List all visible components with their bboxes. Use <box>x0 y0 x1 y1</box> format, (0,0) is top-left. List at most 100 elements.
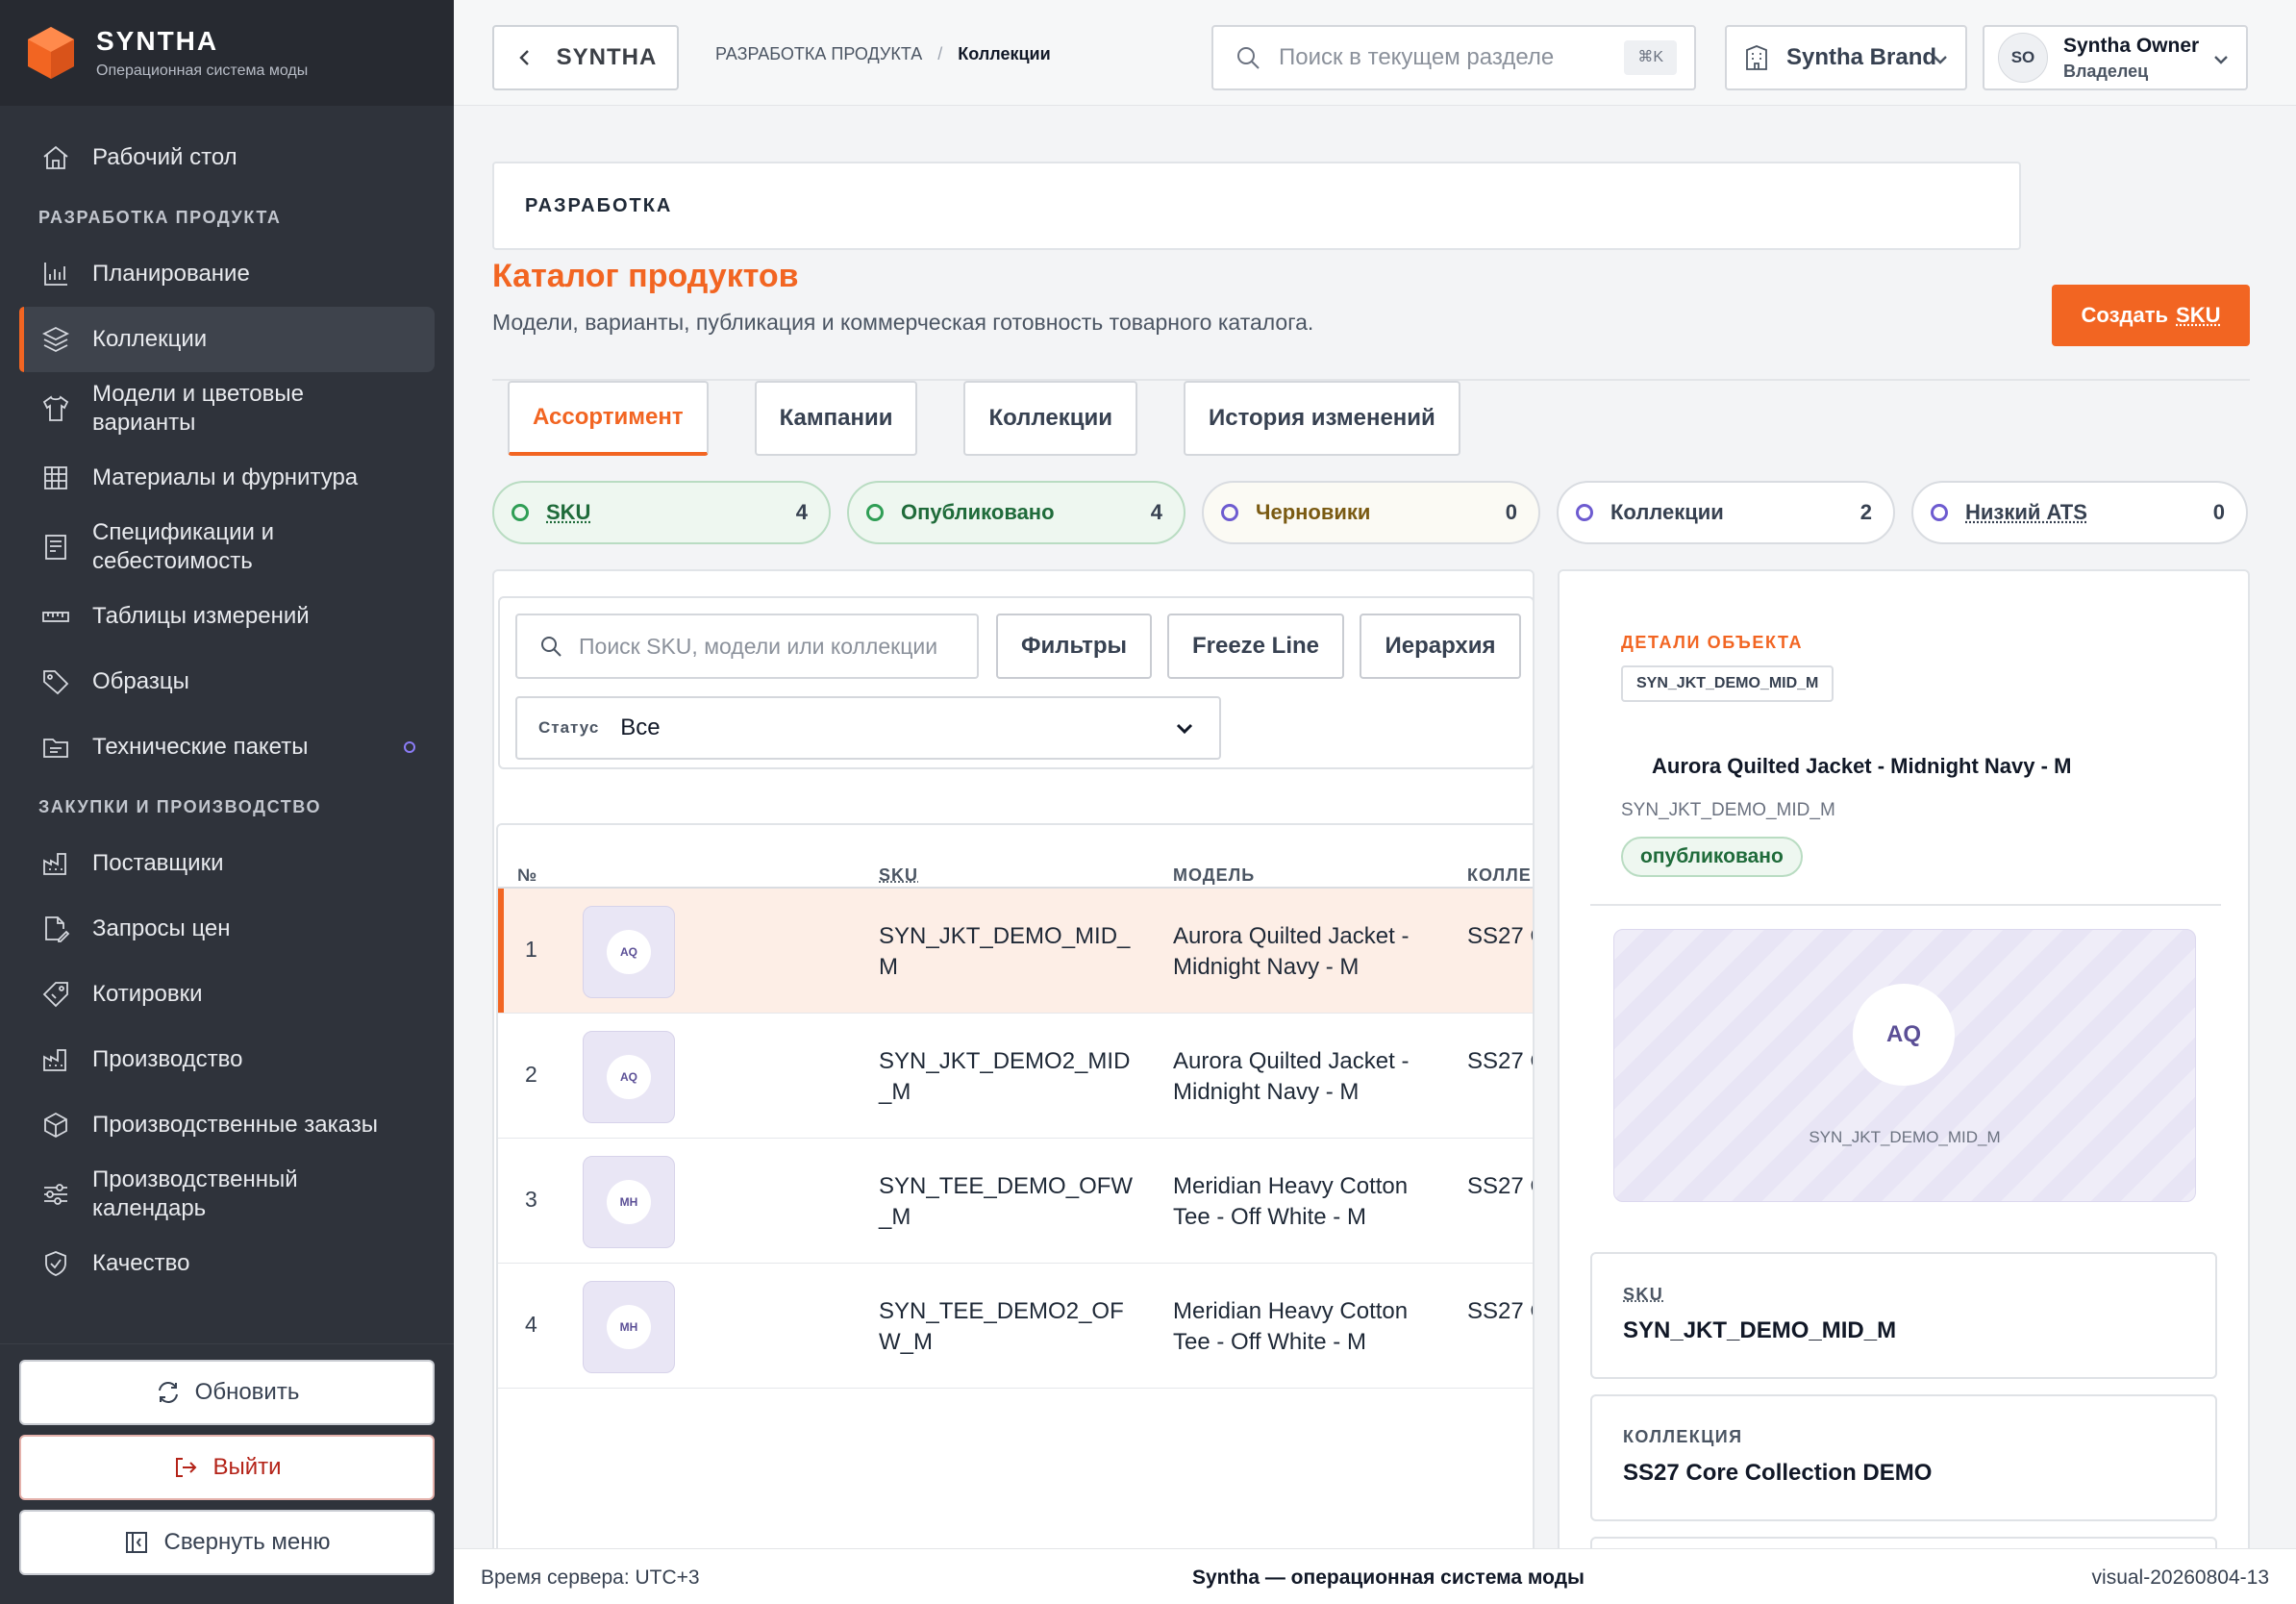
table-row[interactable]: 3 MH SYN_TEE_DEMO_OFW_M Meridian Heavy C… <box>498 1139 1535 1264</box>
sidebar-item-production-orders[interactable]: Производственные заказы <box>19 1092 435 1158</box>
global-search-input[interactable]: Поиск в текущем разделе ⌘K <box>1211 25 1696 90</box>
stat-chip-sku[interactable]: SKU 4 <box>492 481 831 544</box>
page-subtitle: Модели, варианты, публикация и коммерчес… <box>492 310 1313 336</box>
table-header: № SKU МОДЕЛЬ КОЛЛЕ <box>498 825 1535 889</box>
sidebar-item-quotes[interactable]: Котировки <box>19 962 435 1027</box>
filter-bar: Поиск SKU, модели или коллекции Фильтры … <box>498 596 1535 769</box>
filters-button[interactable]: Фильтры <box>996 614 1152 679</box>
refresh-button[interactable]: Обновить <box>19 1360 435 1425</box>
sidebar-section-prod: ЗАКУПКИ И ПРОИЗВОДСТВО <box>0 780 454 831</box>
stat-chip-low-ats[interactable]: Низкий ATS 0 <box>1911 481 2248 544</box>
field-label: КОЛЛЕКЦИЯ <box>1623 1427 1742 1447</box>
ruler-icon <box>40 601 71 632</box>
freeze-line-button[interactable]: Freeze Line <box>1167 614 1344 679</box>
table-row[interactable]: 4 MH SYN_TEE_DEMO2_OFW_M Meridian Heavy … <box>498 1264 1535 1389</box>
sidebar-item-measurements[interactable]: Таблицы измерений <box>19 584 435 649</box>
sidebar-item-techpacks[interactable]: Технические пакеты <box>19 714 435 780</box>
collapse-icon <box>123 1529 150 1556</box>
tag-icon <box>40 666 71 697</box>
chevron-down-icon <box>1931 50 1950 69</box>
stat-count: 0 <box>1506 500 1517 525</box>
collapse-label: Свернуть меню <box>163 1529 330 1556</box>
top-bar: SYNTHA РАЗРАБОТКА ПРОДУКТА / Коллекции П… <box>454 0 2296 106</box>
sidebar-item-price-requests[interactable]: Запросы цен <box>19 896 435 962</box>
sku-table: № SKU МОДЕЛЬ КОЛЛЕ 1 AQ SYN_JKT_DEMO_MID… <box>496 823 1535 1604</box>
sku-list-panel: Поиск SKU, модели или коллекции Фильтры … <box>492 569 1535 1604</box>
user-name: Syntha Owner <box>2063 35 2199 58</box>
sidebar-item-label: Производство <box>92 1046 242 1073</box>
sidebar-item-quality[interactable]: Качество <box>19 1231 435 1296</box>
brand-header[interactable]: SYNTHA Операционная система моды <box>0 0 454 106</box>
divider <box>1590 904 2221 906</box>
stat-chip-drafts[interactable]: Черновики 0 <box>1202 481 1540 544</box>
back-label: SYNTHA <box>557 44 658 71</box>
chart-icon <box>40 259 71 289</box>
sidebar-item-suppliers[interactable]: Поставщики <box>19 831 435 896</box>
brand-selector[interactable]: Syntha Brand <box>1725 25 1967 90</box>
status-dot <box>512 504 529 521</box>
document-icon <box>40 532 71 563</box>
status-select[interactable]: Статус Все <box>515 696 1221 760</box>
stat-chip-published[interactable]: Опубликовано 4 <box>847 481 1185 544</box>
table-row[interactable]: 1 AQ SYN_JKT_DEMO_MID_M Aurora Quilted J… <box>498 889 1535 1014</box>
field-sku: SKU SYN_JKT_DEMO_MID_M <box>1590 1252 2217 1379</box>
logout-button[interactable]: Выйти <box>19 1435 435 1500</box>
sidebar-item-production-calendar[interactable]: Производственный календарь <box>19 1158 435 1231</box>
product-thumbnail: MH <box>583 1281 675 1373</box>
stat-label: Опубликовано <box>901 500 1151 525</box>
sidebar-item-models[interactable]: Модели и цветовые варианты <box>19 372 435 445</box>
stat-count: 0 <box>2213 500 2225 525</box>
breadcrumb: РАЗРАБОТКА ПРОДУКТА / Коллекции <box>715 44 1051 64</box>
page-title: Каталог продуктов <box>492 258 799 295</box>
column-header-model[interactable]: МОДЕЛЬ <box>1173 865 1255 886</box>
field-value: SS27 Core Collection DEMO <box>1623 1460 1932 1487</box>
column-header-num: № <box>517 865 537 886</box>
stat-label: Черновики <box>1256 500 1506 525</box>
collapse-menu-button[interactable]: Свернуть меню <box>19 1510 435 1575</box>
folder-icon <box>40 732 71 763</box>
search-placeholder: Поиск в текущем разделе <box>1279 44 1554 71</box>
sidebar-item-specs[interactable]: Спецификации и себестоимость <box>19 511 435 584</box>
table-row[interactable]: 2 AQ SYN_JKT_DEMO2_MID_M Aurora Quilted … <box>498 1014 1535 1139</box>
brand-name: Syntha Brand <box>1786 44 1936 71</box>
column-header-collection[interactable]: КОЛЛЕ <box>1467 865 1532 886</box>
create-sku-button[interactable]: Создать SKU <box>2052 285 2250 346</box>
tab-assortment[interactable]: Ассортимент <box>508 381 709 456</box>
status-dot <box>404 741 415 753</box>
tab-collections[interactable]: Коллекции <box>963 381 1137 456</box>
sku-code-tag: SYN_JKT_DEMO_MID_M <box>1621 665 1834 702</box>
tab-campaigns[interactable]: Кампании <box>755 381 918 456</box>
sku-search-input[interactable]: Поиск SKU, модели или коллекции <box>515 614 979 679</box>
sidebar-item-label: Поставщики <box>92 850 223 877</box>
tab-history[interactable]: История изменений <box>1184 381 1460 456</box>
sidebar-nav: Рабочий стол РАЗРАБОТКА ПРОДУКТА Планиро… <box>0 106 454 1296</box>
user-menu[interactable]: SO Syntha Owner Владелец <box>1983 25 2248 90</box>
sidebar-item-dashboard[interactable]: Рабочий стол <box>19 125 435 190</box>
section-header-card: РАЗРАБОТКА <box>492 162 2021 250</box>
breadcrumb-item[interactable]: РАЗРАБОТКА ПРОДУКТА <box>715 44 922 64</box>
row-collection: SS27 C DEMO <box>1467 1296 1535 1327</box>
refresh-label: Обновить <box>195 1379 300 1406</box>
column-header-sku[interactable]: SKU <box>879 865 918 886</box>
stat-chip-collections[interactable]: Коллекции 2 <box>1557 481 1895 544</box>
back-button[interactable]: SYNTHA <box>492 25 679 90</box>
thumbnail-initials: MH <box>607 1305 651 1349</box>
row-collection: SS27 C DEMO <box>1467 921 1535 952</box>
sidebar-item-planning[interactable]: Планирование <box>19 241 435 307</box>
sidebar-item-label: Технические пакеты <box>92 734 308 761</box>
sidebar-item-production[interactable]: Производство <box>19 1027 435 1092</box>
object-details-panel: ДЕТАЛИ ОБЪЕКТА SYN_JKT_DEMO_MID_M Aurora… <box>1558 569 2250 1604</box>
footer-title: Syntha — операционная система моды <box>1192 1566 1585 1590</box>
sidebar-item-materials[interactable]: Материалы и фурнитура <box>19 445 435 511</box>
image-initials: AQ <box>1853 984 1955 1086</box>
sidebar-item-label: Материалы и фурнитура <box>92 464 358 491</box>
sidebar-item-collections[interactable]: Коллекции <box>19 307 435 372</box>
hierarchy-button[interactable]: Иерархия <box>1360 614 1521 679</box>
sidebar-item-label: Качество <box>92 1250 189 1277</box>
stat-chips: SKU 4 Опубликовано 4 Черновики 0 Коллекц… <box>492 481 2248 544</box>
field-label: SKU <box>1623 1285 1663 1305</box>
file-edit-icon <box>40 914 71 944</box>
chevron-down-icon <box>2211 50 2231 69</box>
shield-icon <box>40 1248 71 1279</box>
sidebar-item-samples[interactable]: Образцы <box>19 649 435 714</box>
